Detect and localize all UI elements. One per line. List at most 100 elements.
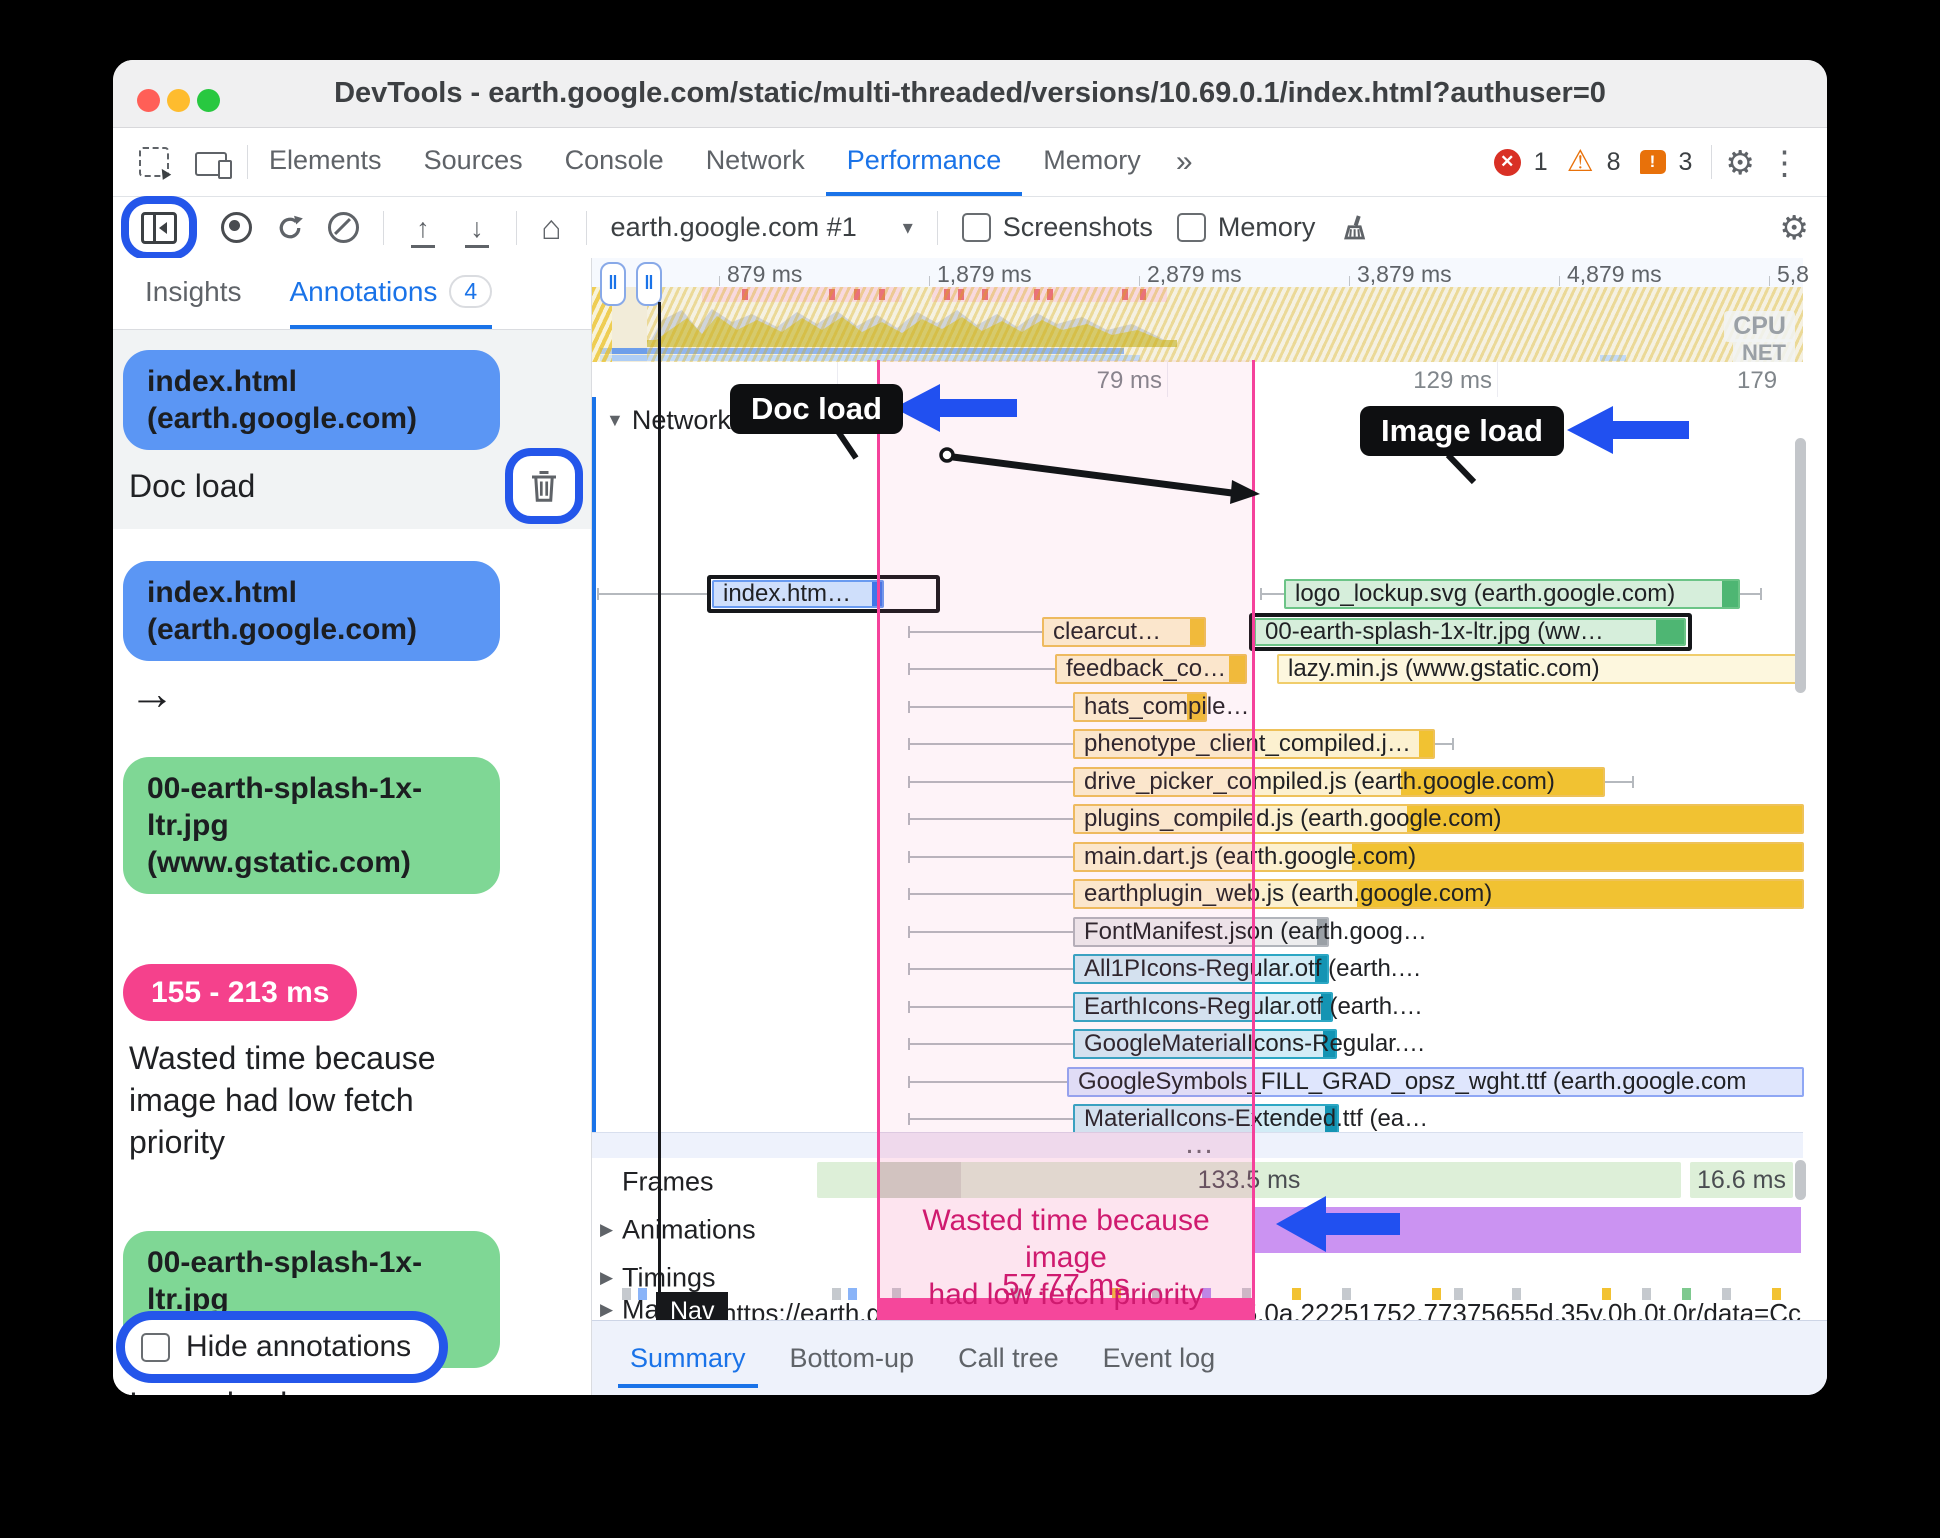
ruler-tick	[1349, 276, 1350, 286]
divider	[516, 210, 517, 245]
status-badges: ✕ 1 ⚠ 8 ! 3 ⚙ ⋮	[1493, 128, 1801, 196]
chevron-down-icon[interactable]: ▾	[903, 215, 913, 240]
zoom-window-button[interactable]	[197, 89, 220, 112]
window-left-handle[interactable]: ‖	[600, 262, 626, 306]
error-icon[interactable]: ✕	[1493, 148, 1521, 176]
frame-duration: 16.6 ms	[1697, 1165, 1786, 1194]
minimize-window-button[interactable]	[167, 89, 190, 112]
request-label: 00-earth-splash-1x-ltr.jpg (ww…	[1265, 617, 1604, 645]
tab-insights[interactable]: Insights	[145, 258, 242, 329]
animation-bar[interactable]	[1252, 1207, 1801, 1253]
tab-memory[interactable]: Memory	[1022, 128, 1162, 196]
timeline-overview[interactable]: 879 ms 1,879 ms 2,879 ms 3,879 ms 4,879 ms 5,…	[592, 258, 1809, 367]
tab-elements[interactable]: Elements	[248, 128, 403, 196]
inspect-element-icon[interactable]	[139, 147, 169, 177]
tab-network[interactable]: Network	[685, 128, 826, 196]
warning-count: 8	[1606, 147, 1621, 176]
image-load-annotation-label[interactable]: Image load	[1360, 406, 1564, 456]
issues-icon[interactable]: !	[1639, 150, 1666, 174]
bottom-tab-summary[interactable]: Summary	[608, 1321, 768, 1395]
performance-toolbar: ↑ ↓ ⌂ earth.google.com #1 ▾ Screenshots …	[113, 195, 1827, 260]
network-request-bar[interactable]: index.htm…	[712, 580, 884, 608]
request-whisker-tail	[1740, 588, 1762, 600]
trash-icon[interactable]	[529, 469, 559, 503]
doc-load-annotation-label[interactable]: Doc load	[730, 384, 903, 434]
tab-sources[interactable]: Sources	[403, 128, 544, 196]
expand-triangle-icon[interactable]: ▶	[600, 1220, 613, 1240]
entry-pill-index-html[interactable]: index.html (earth.google.com)	[123, 561, 500, 661]
collapse-triangle-icon[interactable]: ▼	[606, 410, 624, 430]
annotations-count-badge: 4	[449, 275, 493, 308]
window-right-handle[interactable]: ‖	[636, 262, 662, 306]
network-track-label: Network	[631, 405, 731, 435]
flame-preview-mark	[638, 1288, 647, 1300]
clear-icon[interactable]	[328, 212, 359, 243]
network-request-bar[interactable]: 00-earth-splash-1x-ltr.jpg (ww…	[1254, 617, 1686, 646]
expand-triangle-icon[interactable]: ▶	[600, 1268, 613, 1288]
garbage-collect-icon[interactable]	[1339, 213, 1369, 243]
issues-count: 3	[1678, 147, 1693, 176]
target-selector[interactable]: earth.google.com #1	[611, 212, 857, 243]
wasted-time-start-line	[877, 360, 880, 1320]
device-toolbar-icon[interactable]	[195, 152, 232, 179]
settings-gear-icon[interactable]: ⚙	[1725, 146, 1755, 179]
animations-track-label: Animations	[622, 1214, 756, 1245]
record-icon[interactable]	[221, 212, 252, 243]
dim-hatch	[647, 287, 1803, 362]
bottom-tab-event-log[interactable]: Event log	[1081, 1321, 1238, 1395]
error-count: 1	[1533, 147, 1548, 176]
annotated-request-outline[interactable]: 00-earth-splash-1x-ltr.jpg (ww…	[1249, 612, 1692, 651]
ruler-tick	[1139, 276, 1140, 286]
cpu-track-label: CPU	[1724, 311, 1795, 342]
tab-annotations[interactable]: Annotations 4	[289, 258, 493, 329]
hide-annotations-checkbox[interactable]	[141, 1332, 170, 1362]
annotation-card-wasted-time[interactable]: 155 - 213 ms Wasted time because image h…	[113, 944, 591, 1187]
entry-pill-splash-jpg[interactable]: 00-earth-splash-1x-ltr.jpg (www.gstatic.…	[123, 757, 500, 894]
tab-performance[interactable]: Performance	[825, 128, 1023, 196]
capture-settings-gear-icon[interactable]: ⚙	[1779, 208, 1809, 247]
hide-annotations-annotation-ring: Hide annotations	[116, 1311, 449, 1383]
network-request-bar[interactable]: lazy.min.js (www.gstatic.com)	[1277, 654, 1797, 684]
download-profile-icon[interactable]: ↓	[462, 214, 492, 248]
vertical-scrollbar[interactable]	[1795, 438, 1806, 693]
network-track-header[interactable]: ▼ Network	[606, 405, 731, 436]
annotation-label[interactable]: Wasted time because image had low fetch …	[129, 1037, 509, 1163]
close-window-button[interactable]	[137, 89, 160, 112]
tab-console[interactable]: Console	[544, 128, 685, 196]
network-request-bar[interactable]: logo_lockup.svg (earth.google.com)	[1284, 579, 1740, 609]
delete-annotation-ring	[505, 448, 583, 524]
ruler-tick	[1559, 276, 1560, 286]
request-label: lazy.min.js (www.gstatic.com)	[1288, 655, 1600, 682]
ruler-label: 3,879 ms	[1357, 261, 1452, 287]
more-tabs-icon[interactable]: »	[1162, 128, 1207, 196]
window-title: DevTools - earth.google.com/static/multi…	[334, 77, 1606, 109]
flame-preview-mark	[622, 1288, 631, 1300]
wasted-time-duration: 57.77 ms	[1002, 1267, 1130, 1302]
memory-checkbox[interactable]	[1176, 213, 1206, 242]
toggle-sidebar-icon[interactable]	[141, 211, 177, 244]
warning-icon[interactable]: ⚠	[1567, 147, 1594, 177]
track-accent-bar	[592, 397, 596, 1132]
request-whisker-tail	[1435, 738, 1454, 750]
annotation-card-link[interactable]: index.html (earth.google.com) → 00-earth…	[113, 541, 591, 918]
home-icon[interactable]: ⌂	[541, 211, 562, 245]
annotation-card-doc-load[interactable]: index.html (earth.google.com) Doc load	[113, 330, 591, 529]
frame-segment[interactable]: 16.6 ms	[1690, 1162, 1793, 1198]
bottom-tab-call-tree[interactable]: Call tree	[936, 1321, 1081, 1395]
vertical-scrollbar[interactable]	[1795, 1160, 1806, 1200]
hide-annotations-wrap: Hide annotations	[116, 1311, 449, 1383]
expand-triangle-icon[interactable]: ▶	[600, 1300, 613, 1320]
reload-icon[interactable]	[276, 214, 304, 242]
memory-toggle[interactable]: Memory	[1176, 212, 1315, 243]
annotation-label[interactable]: Image load	[129, 1386, 579, 1395]
sidebar-toggle-annotation-ring	[121, 195, 197, 260]
bottom-tab-bottom-up[interactable]: Bottom-up	[768, 1321, 937, 1395]
ruler-label: 2,879 ms	[1147, 261, 1242, 287]
kebab-menu-icon[interactable]: ⋮	[1768, 146, 1801, 179]
screenshots-toggle[interactable]: Screenshots	[961, 212, 1153, 243]
screenshots-checkbox[interactable]	[961, 213, 991, 242]
ruler-tick	[1769, 276, 1770, 286]
upload-profile-icon[interactable]: ↑	[408, 214, 438, 248]
entry-pill-index-html[interactable]: index.html (earth.google.com)	[123, 350, 500, 450]
time-range-pill[interactable]: 155 - 213 ms	[123, 964, 358, 1021]
